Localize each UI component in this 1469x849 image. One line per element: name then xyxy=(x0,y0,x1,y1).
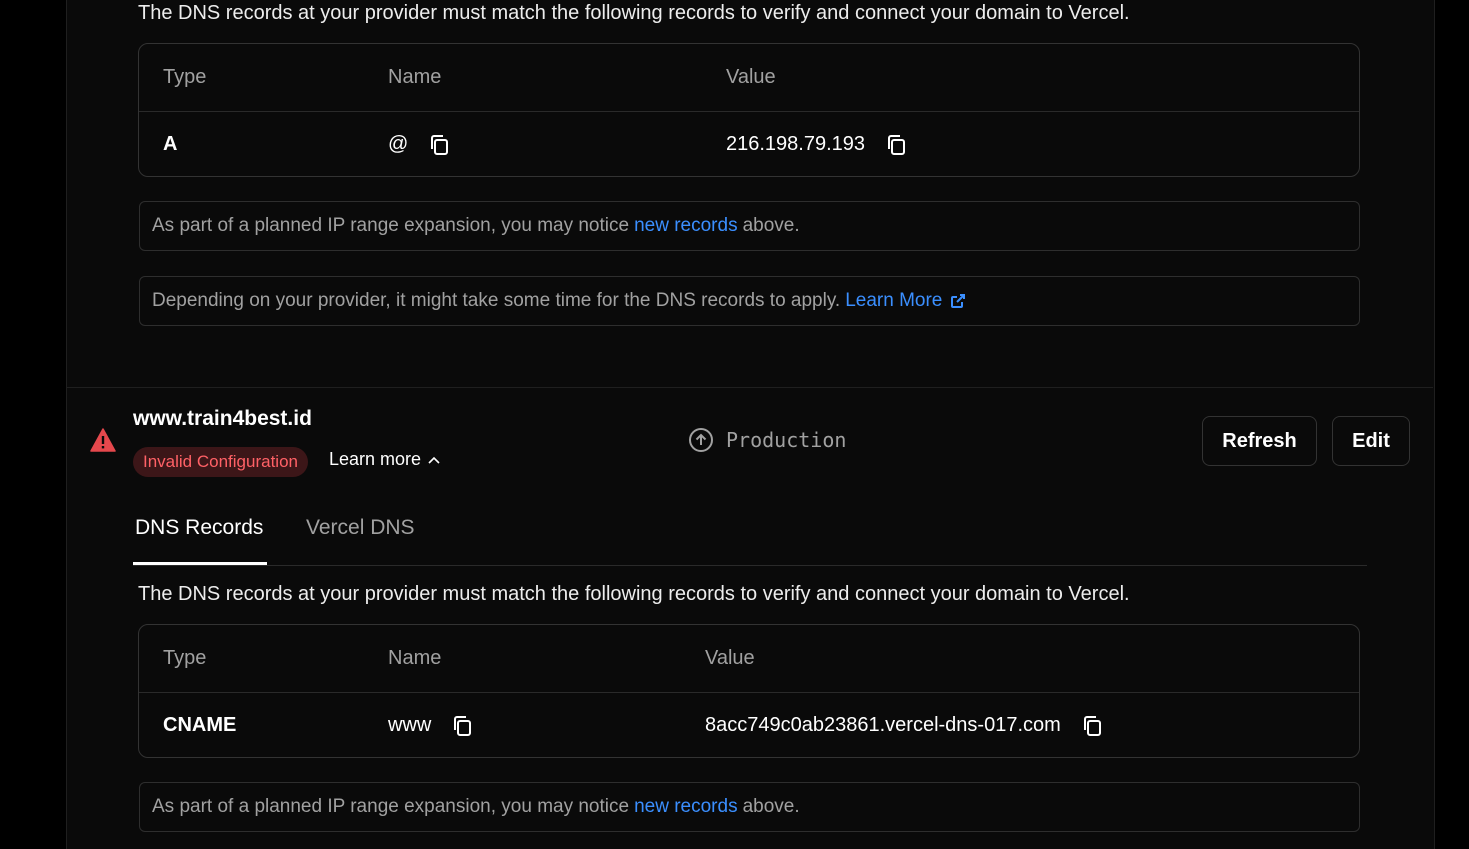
copy-icon[interactable] xyxy=(885,133,907,157)
environment-label: Production xyxy=(688,427,846,453)
note-text: As part of a planned IP range expansion,… xyxy=(152,215,630,236)
record-name-cell: @ xyxy=(388,111,450,176)
record-name-cell: www xyxy=(388,692,473,757)
header-type: Type xyxy=(163,66,207,88)
new-records-link[interactable]: new records xyxy=(634,215,738,237)
table-header: Type Name Value xyxy=(139,625,1359,693)
dns-records-table: Type Name Value A @ 216.198.79.193 xyxy=(138,43,1360,177)
note-text-after: above. xyxy=(742,215,800,236)
header-type: Type xyxy=(163,647,207,669)
refresh-button[interactable]: Refresh xyxy=(1202,416,1317,466)
learn-more-label: Learn more xyxy=(329,449,422,469)
dns-tabs: DNS Records Vercel DNS xyxy=(133,508,1367,566)
invalid-config-badge: Invalid Configuration xyxy=(133,447,308,477)
arrow-up-circle-icon xyxy=(689,428,713,452)
record-value: 216.198.79.193 xyxy=(726,133,866,155)
record-value-cell: 216.198.79.193 xyxy=(726,111,907,176)
table-row: A @ 216.198.79.193 xyxy=(139,111,1359,176)
copy-icon[interactable] xyxy=(451,714,473,738)
record-value-cell: 8acc749c0ab23861.vercel-dns-017.com xyxy=(705,692,1103,757)
learn-more-toggle[interactable]: Learn more xyxy=(329,449,441,470)
environment-text: Production xyxy=(726,428,847,452)
record-type: A xyxy=(163,133,178,155)
new-records-link[interactable]: new records xyxy=(634,796,738,818)
edit-button[interactable]: Edit xyxy=(1332,416,1410,466)
ip-expansion-note: As part of a planned IP range expansion,… xyxy=(139,782,1360,832)
chevron-up-icon xyxy=(428,456,440,464)
note-text-after: above. xyxy=(742,796,800,817)
header-name: Name xyxy=(388,647,442,669)
header-value: Value xyxy=(726,66,776,88)
tab-vercel-dns[interactable]: Vercel DNS xyxy=(306,508,415,564)
external-link-icon[interactable] xyxy=(950,293,966,309)
dns-intro-text: The DNS records at your provider must ma… xyxy=(138,2,1130,24)
dns-records-table: Type Name Value CNAME www 8acc749c0ab238… xyxy=(138,624,1360,758)
table-row: CNAME www 8acc749c0ab23861.vercel-dns-01… xyxy=(139,692,1359,757)
table-header: Type Name Value xyxy=(139,44,1359,112)
header-name: Name xyxy=(388,66,442,88)
domain-name[interactable]: www.train4best.id xyxy=(133,407,312,431)
record-name: www xyxy=(388,714,432,736)
tab-dns-records[interactable]: DNS Records xyxy=(133,508,267,565)
propagation-note: Depending on your provider, it might tak… xyxy=(139,276,1360,326)
note-text: As part of a planned IP range expansion,… xyxy=(152,796,630,817)
ip-expansion-note: As part of a planned IP range expansion,… xyxy=(139,201,1360,251)
copy-icon[interactable] xyxy=(428,133,450,157)
copy-icon[interactable] xyxy=(1081,714,1103,738)
record-name: @ xyxy=(388,133,409,155)
note-text: Depending on your provider, it might tak… xyxy=(152,290,841,311)
dns-intro-text: The DNS records at your provider must ma… xyxy=(138,583,1130,605)
header-value: Value xyxy=(705,647,755,669)
record-type: CNAME xyxy=(163,714,237,736)
record-value: 8acc749c0ab23861.vercel-dns-017.com xyxy=(705,714,1061,736)
warning-icon xyxy=(90,428,116,457)
section-divider xyxy=(67,387,1433,388)
learn-more-link[interactable]: Learn More xyxy=(845,290,942,312)
